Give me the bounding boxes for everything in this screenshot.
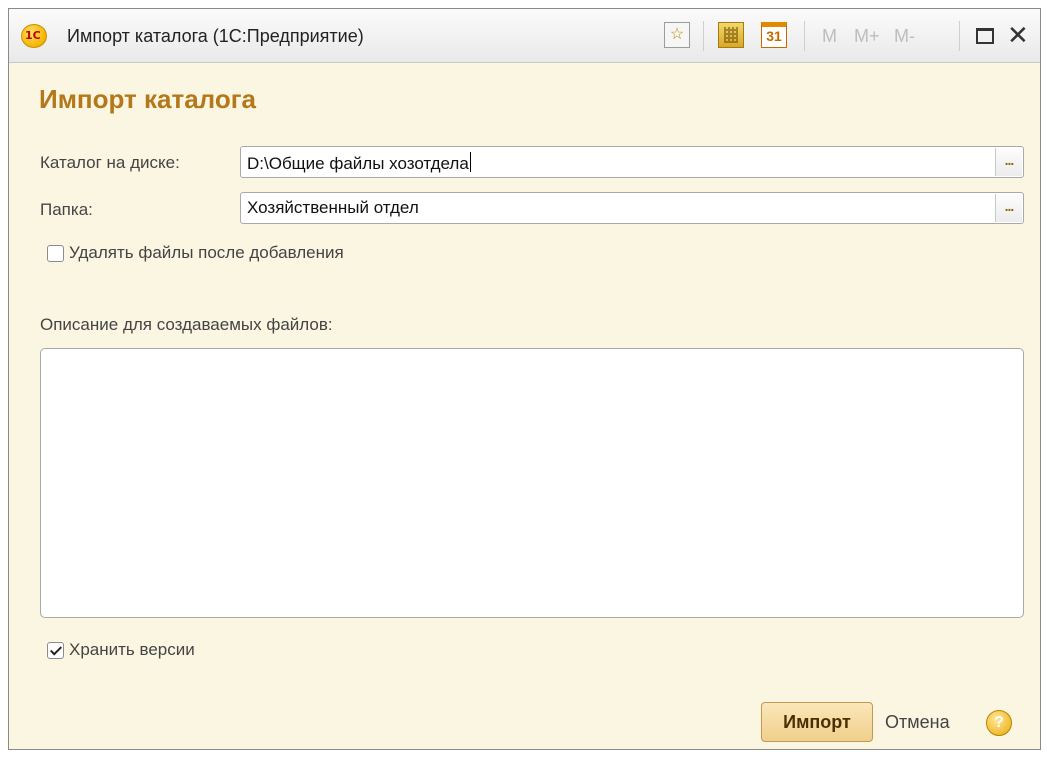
toolbar-separator <box>959 21 960 51</box>
app-logo-text: 1С <box>25 29 41 42</box>
keep-versions-checkbox[interactable] <box>47 642 64 659</box>
help-icon[interactable]: ? <box>986 710 1012 736</box>
memory-m-button[interactable]: M <box>822 26 837 47</box>
calendar-icon[interactable]: 31 <box>761 22 787 48</box>
folder-field[interactable]: Хозяйственный отдел ... <box>240 192 1024 224</box>
toolbar-separator <box>703 21 704 51</box>
folder-select-button[interactable]: ... <box>995 194 1022 222</box>
memory-plus-button[interactable]: M+ <box>854 26 880 47</box>
folder-label: Папка: <box>40 200 93 219</box>
catalog-path-field[interactable]: D:\Общие файлы хозотдела ... <box>240 146 1024 178</box>
import-catalog-window: 1С Импорт каталога (1С:Предприятие) ☆ 31… <box>8 8 1041 750</box>
delete-files-checkbox[interactable] <box>47 245 64 262</box>
description-textarea[interactable] <box>40 348 1024 618</box>
text-caret <box>469 152 471 172</box>
keep-versions-label[interactable]: Хранить версии <box>69 640 195 660</box>
favorites-star-icon[interactable]: ☆ <box>664 22 690 48</box>
toolbar-separator <box>804 21 805 51</box>
folder-value: Хозяйственный отдел <box>247 198 419 217</box>
window-title: Импорт каталога (1С:Предприятие) <box>67 26 364 46</box>
import-button[interactable]: Импорт <box>761 702 873 742</box>
calculator-icon[interactable] <box>718 22 744 48</box>
title-bar: 1С Импорт каталога (1С:Предприятие) ☆ 31… <box>9 9 1040 63</box>
cancel-button[interactable]: Отмена <box>885 712 950 733</box>
form-title: Импорт каталога <box>39 84 257 114</box>
maximize-icon[interactable] <box>976 28 994 44</box>
catalog-label: Каталог на диске: <box>40 153 180 172</box>
catalog-select-button[interactable]: ... <box>995 148 1022 176</box>
delete-files-label[interactable]: Удалять файлы после добавления <box>69 243 344 263</box>
calendar-day: 31 <box>766 28 782 44</box>
description-label: Описание для создаваемых файлов: <box>40 315 333 334</box>
memory-minus-button[interactable]: M- <box>894 26 915 47</box>
catalog-path-value: D:\Общие файлы хозотдела <box>247 152 471 173</box>
app-logo-icon[interactable]: 1С <box>21 24 47 48</box>
close-icon[interactable]: ✕ <box>1007 21 1029 51</box>
